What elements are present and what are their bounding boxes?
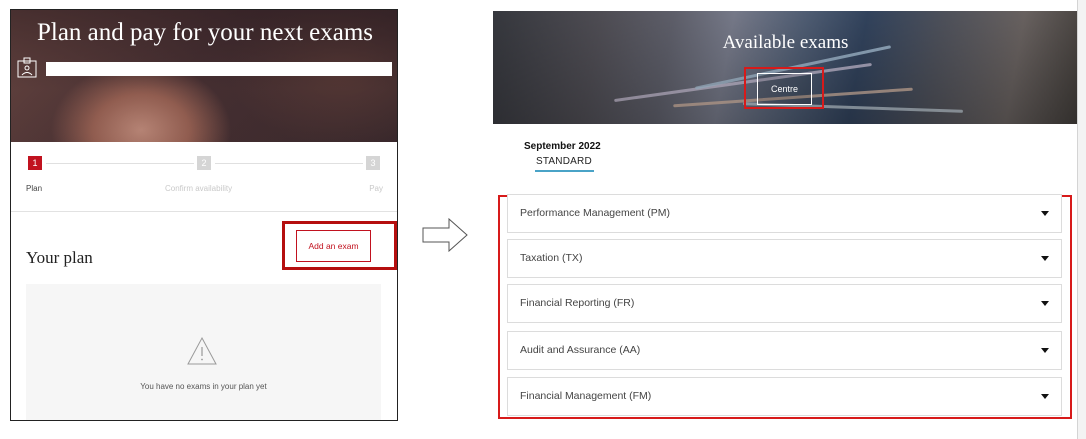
exam-item-fm[interactable]: Financial Management (FM)	[507, 377, 1062, 416]
progress-stepper: 1 2 3 Plan Confirm availability Pay	[11, 142, 397, 212]
step-connector	[215, 163, 363, 164]
chevron-down-icon[interactable]	[1041, 211, 1049, 216]
exam-item-pm[interactable]: Performance Management (PM)	[507, 194, 1062, 233]
step-1-number: 1	[28, 156, 42, 170]
step-2-label: Confirm availability	[165, 184, 233, 193]
redacted-bar	[46, 62, 392, 76]
document-icon	[17, 57, 37, 78]
step-3-label: Pay	[369, 184, 383, 193]
empty-plan-box: You have no exams in your plan yet	[26, 284, 381, 420]
scrollbar[interactable]	[1077, 0, 1086, 439]
plan-hero-title: Plan and pay for your next exams	[36, 19, 374, 46]
available-exams-banner: Available exams Centre	[493, 11, 1078, 124]
exam-item-aa[interactable]: Audit and Assurance (AA)	[507, 331, 1062, 370]
step-3-number: 3	[366, 156, 380, 170]
exam-name: Financial Reporting (FR)	[520, 297, 635, 309]
step-2-number: 2	[197, 156, 211, 170]
chevron-down-icon[interactable]	[1041, 394, 1049, 399]
tab-standard[interactable]: STANDARD	[536, 156, 592, 167]
plan-panel: Plan and pay for your next exams 1 2 3 P…	[10, 9, 398, 421]
available-exams-title: Available exams	[722, 32, 849, 53]
your-plan-heading: Your plan	[26, 248, 93, 267]
step-1-label: Plan	[26, 184, 43, 193]
step-connector	[46, 163, 194, 164]
exam-name: Audit and Assurance (AA)	[520, 344, 641, 356]
plan-hero-banner: Plan and pay for your next exams	[11, 10, 397, 142]
tab-active-underline	[535, 170, 594, 172]
chevron-down-icon[interactable]	[1041, 348, 1049, 353]
exam-name: Taxation (TX)	[520, 252, 583, 264]
warning-icon	[187, 336, 217, 365]
exam-name: Performance Management (PM)	[520, 207, 670, 219]
session-date: September 2022	[524, 141, 601, 152]
chevron-down-icon[interactable]	[1041, 256, 1049, 261]
right-arrow-icon	[422, 218, 468, 252]
exam-item-tx[interactable]: Taxation (TX)	[507, 239, 1062, 278]
empty-plan-message: You have no exams in your plan yet	[140, 382, 267, 391]
exam-name: Financial Management (FM)	[520, 390, 652, 402]
exam-item-fr[interactable]: Financial Reporting (FR)	[507, 284, 1062, 323]
add-exam-button[interactable]: Add an exam	[296, 230, 371, 262]
centre-button[interactable]: Centre	[757, 73, 812, 105]
chevron-down-icon[interactable]	[1041, 301, 1049, 306]
